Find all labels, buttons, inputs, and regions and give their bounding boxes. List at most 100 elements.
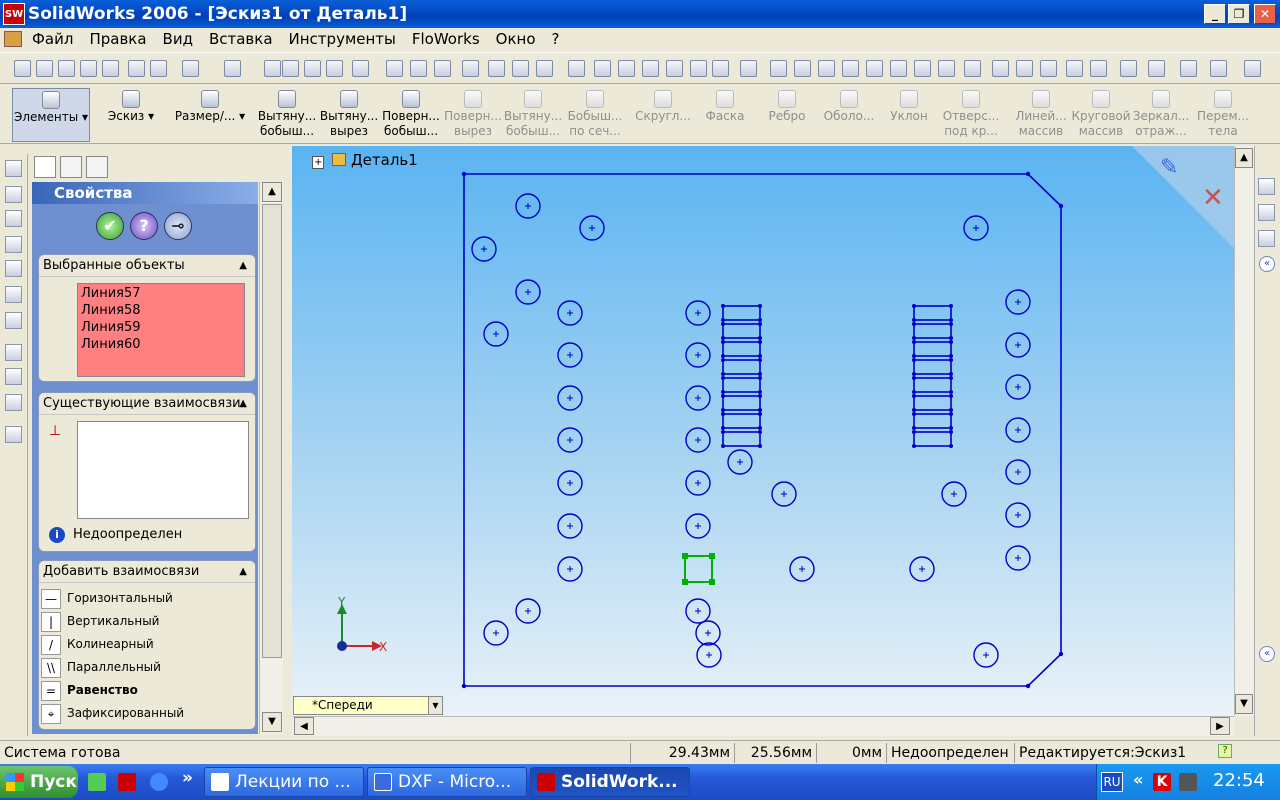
toolbar-button-icon-47[interactable] <box>1244 60 1261 77</box>
pad-vertex[interactable] <box>721 444 725 448</box>
pad-vertex[interactable] <box>721 340 725 344</box>
toolbar-button-icon-10[interactable] <box>282 60 299 77</box>
pad-rect[interactable] <box>722 359 761 375</box>
menu-item-2[interactable]: Вид <box>155 28 201 50</box>
toolbar-button-icon-36[interactable] <box>938 60 955 77</box>
configuration-tab[interactable] <box>86 156 108 178</box>
view-tool-icon-3[interactable] <box>5 236 22 253</box>
menu-item-4[interactable]: Инструменты <box>281 28 404 50</box>
pad-vertex[interactable] <box>949 340 953 344</box>
toolbar-button-icon-43[interactable] <box>1120 60 1137 77</box>
pad-vertex[interactable] <box>758 340 762 344</box>
pin-button[interactable]: ⊸ <box>164 212 192 240</box>
dimension-tab[interactable]: Размер/... ▾ <box>170 88 250 142</box>
pad-vertex[interactable] <box>912 372 916 376</box>
pad-vertex[interactable] <box>949 444 953 448</box>
pad-vertex[interactable] <box>758 372 762 376</box>
hole-center-mark[interactable] <box>1015 555 1021 561</box>
toolbar-button-icon-23[interactable] <box>618 60 635 77</box>
pad-vertex[interactable] <box>912 412 916 416</box>
view-tool-icon-5[interactable] <box>5 286 22 303</box>
pad-vertex[interactable] <box>758 412 762 416</box>
quicklaunch-solidworks-icon[interactable] <box>118 773 136 791</box>
toolbar-button-icon-5[interactable] <box>128 60 145 77</box>
add-relations-header[interactable]: Добавить взаимосвязи ▲ <box>39 561 255 583</box>
pad-rect[interactable] <box>722 413 761 429</box>
selection-handle[interactable] <box>682 553 688 559</box>
toolbar-button-icon-13[interactable] <box>352 60 369 77</box>
toolbar-button-icon-7[interactable] <box>182 60 199 77</box>
hole-center-mark[interactable] <box>1015 299 1021 305</box>
toolbar-button-icon-14[interactable] <box>386 60 403 77</box>
existing-relations-header[interactable]: Существующие взаимосвязи ▲ <box>39 393 255 415</box>
pad-rect[interactable] <box>913 341 952 357</box>
pad-vertex[interactable] <box>721 394 725 398</box>
toolbar-button-icon-22[interactable] <box>594 60 611 77</box>
scroll-up-arrow[interactable]: ▲ <box>262 182 282 202</box>
pad-vertex[interactable] <box>912 444 916 448</box>
pad-vertex[interactable] <box>949 376 953 380</box>
pad-rect[interactable] <box>722 377 761 393</box>
pad-vertex[interactable] <box>912 376 916 380</box>
selected-entity[interactable]: Линия59 <box>81 319 241 336</box>
pad-vertex[interactable] <box>721 412 725 416</box>
toolbar-button-icon-9[interactable] <box>264 60 281 77</box>
toolbar-button-icon-24[interactable] <box>642 60 659 77</box>
feature-command-13[interactable]: Круговой массив <box>1070 88 1132 142</box>
pad-rect[interactable] <box>722 395 761 411</box>
scroll-right-arrow[interactable]: ▶ <box>1210 717 1230 735</box>
pad-vertex[interactable] <box>758 354 762 358</box>
menu-item-6[interactable]: Окно <box>488 28 544 50</box>
graphics-area[interactable]: ✕ ✎ Y X + Деталь1 *Спереди ▼ <box>292 146 1234 716</box>
hole-center-mark[interactable] <box>695 437 701 443</box>
feature-command-6[interactable]: Скругл... <box>632 88 694 142</box>
pad-vertex[interactable] <box>758 390 762 394</box>
sketch-canvas[interactable]: ✕ ✎ Y X <box>292 146 1234 716</box>
pad-vertex[interactable] <box>758 322 762 326</box>
pad-vertex[interactable] <box>912 426 916 430</box>
pad-vertex[interactable] <box>912 358 916 362</box>
feature-command-15[interactable]: Перем... тела <box>1192 88 1254 142</box>
pad-vertex[interactable] <box>949 372 953 376</box>
pad-vertex[interactable] <box>949 354 953 358</box>
pad-vertex[interactable] <box>758 394 762 398</box>
hole-center-mark[interactable] <box>1015 427 1021 433</box>
selection-handle[interactable] <box>682 579 688 585</box>
hole-center-mark[interactable] <box>695 395 701 401</box>
hole-center-mark[interactable] <box>919 566 925 572</box>
hole-center-mark[interactable] <box>525 289 531 295</box>
toolbar-button-icon-8[interactable] <box>224 60 241 77</box>
hole-center-mark[interactable] <box>951 491 957 497</box>
cancel-sketch-icon[interactable]: ✕ <box>1202 183 1224 213</box>
pad-rect[interactable] <box>722 323 761 339</box>
feature-command-1[interactable]: Вытяну... вырез <box>318 88 380 142</box>
elements-tab[interactable]: Элементы ▾ <box>12 88 90 142</box>
pad-vertex[interactable] <box>949 430 953 434</box>
chevron-down-icon[interactable]: ▼ <box>428 697 442 714</box>
pad-vertex[interactable] <box>721 376 725 380</box>
sketch-vertex[interactable] <box>1025 171 1031 177</box>
quicklaunch-ie-icon[interactable] <box>150 773 168 791</box>
toolbar-button-icon-27[interactable] <box>712 60 729 77</box>
feature-command-10[interactable]: Уклон <box>878 88 940 142</box>
pad-vertex[interactable] <box>721 426 725 430</box>
hole-center-mark[interactable] <box>567 437 573 443</box>
toolbar-button-icon-31[interactable] <box>818 60 835 77</box>
toolbar-button-icon-29[interactable] <box>770 60 787 77</box>
triad-x-label[interactable]: X <box>379 640 387 654</box>
pad-vertex[interactable] <box>949 336 953 340</box>
scroll-thumb[interactable] <box>262 204 282 658</box>
selected-entities-list[interactable]: Линия57 Линия58 Линия59 Линия60 <box>77 283 245 377</box>
pad-vertex[interactable] <box>721 354 725 358</box>
pad-vertex[interactable] <box>721 390 725 394</box>
solidworks-app-icon[interactable]: SW <box>3 3 25 25</box>
pad-vertex[interactable] <box>721 318 725 322</box>
menu-item-5[interactable]: FloWorks <box>404 28 488 50</box>
network-icon[interactable] <box>1179 773 1197 791</box>
pad-vertex[interactable] <box>912 394 916 398</box>
pad-rect[interactable] <box>913 359 952 375</box>
feature-command-7[interactable]: Фаска <box>694 88 756 142</box>
toolbar-button-icon-32[interactable] <box>842 60 859 77</box>
pad-vertex[interactable] <box>912 354 916 358</box>
pad-rect[interactable] <box>722 431 761 447</box>
